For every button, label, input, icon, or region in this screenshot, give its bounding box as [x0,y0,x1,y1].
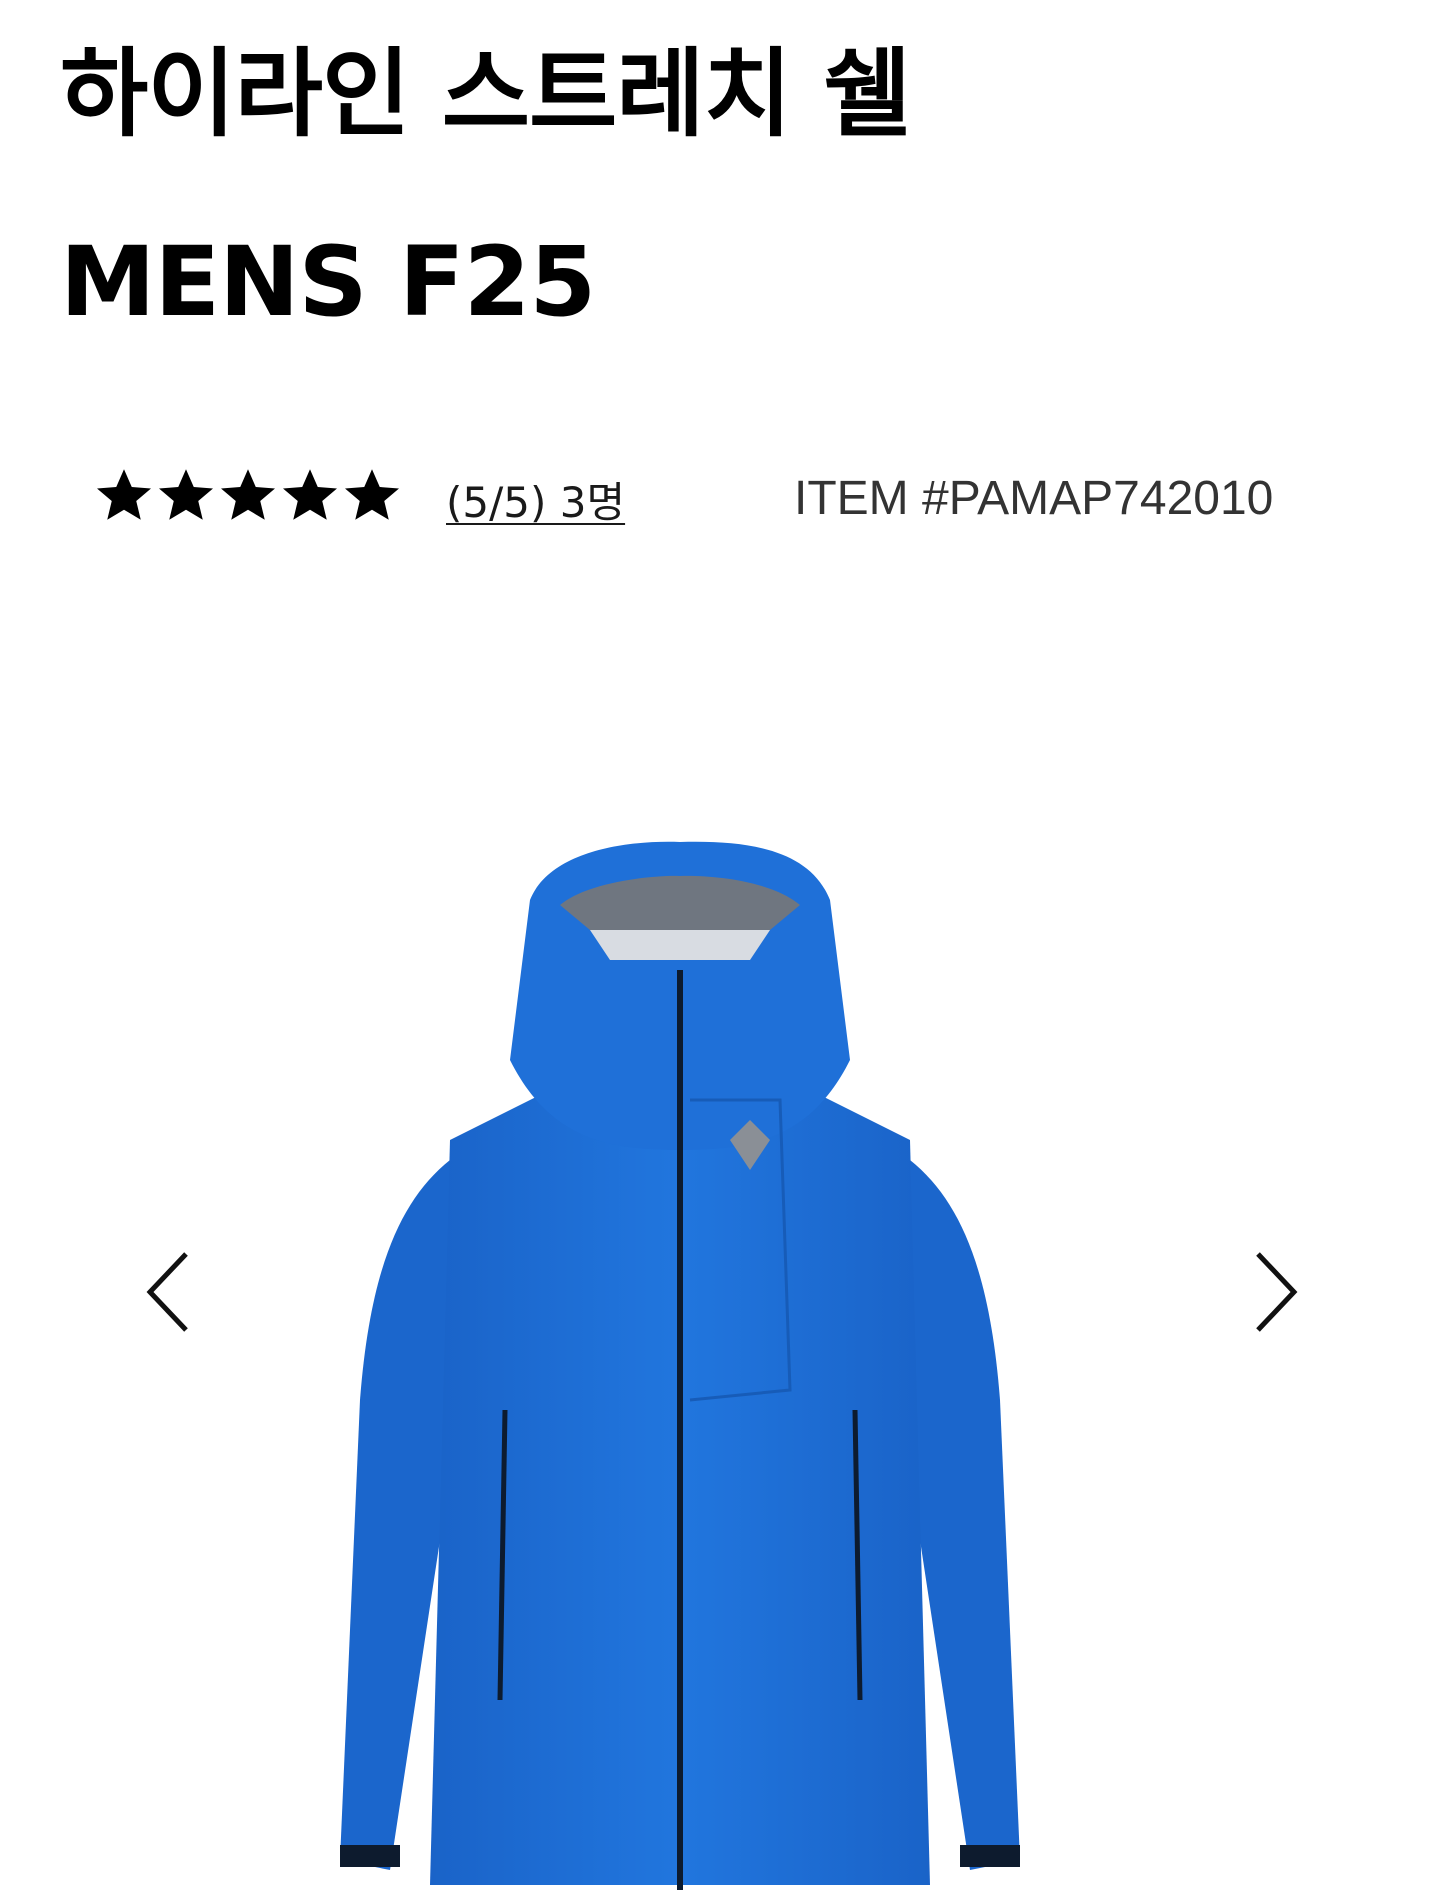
jacket-image [340,841,1020,1890]
product-image-gallery [0,690,1439,1890]
product-title-line-1: 하이라인 스트레치 쉘 [60,38,912,150]
product-title-line-2: MENS F25 [60,226,596,338]
star-icon [97,469,151,520]
product-meta-row: (5/5) 3명 ITEM #PAMAP742010 [94,455,1354,535]
chevron-right-icon [1256,1252,1298,1332]
star-icon [221,469,275,520]
product-image[interactable] [330,840,1030,1900]
star-icon [283,469,337,520]
rating-stars [94,467,402,527]
product-title: 하이라인 스트레치 쉘 MENS F25 [60,0,1390,376]
gallery-prev-button[interactable] [140,1242,200,1342]
chevron-left-icon [146,1252,188,1332]
gallery-next-button[interactable] [1244,1242,1304,1342]
review-count-link[interactable]: (5/5) 3명 [446,469,625,530]
star-icon [159,469,213,520]
star-icon [345,469,399,520]
item-number: ITEM #PAMAP742010 [794,472,1274,525]
